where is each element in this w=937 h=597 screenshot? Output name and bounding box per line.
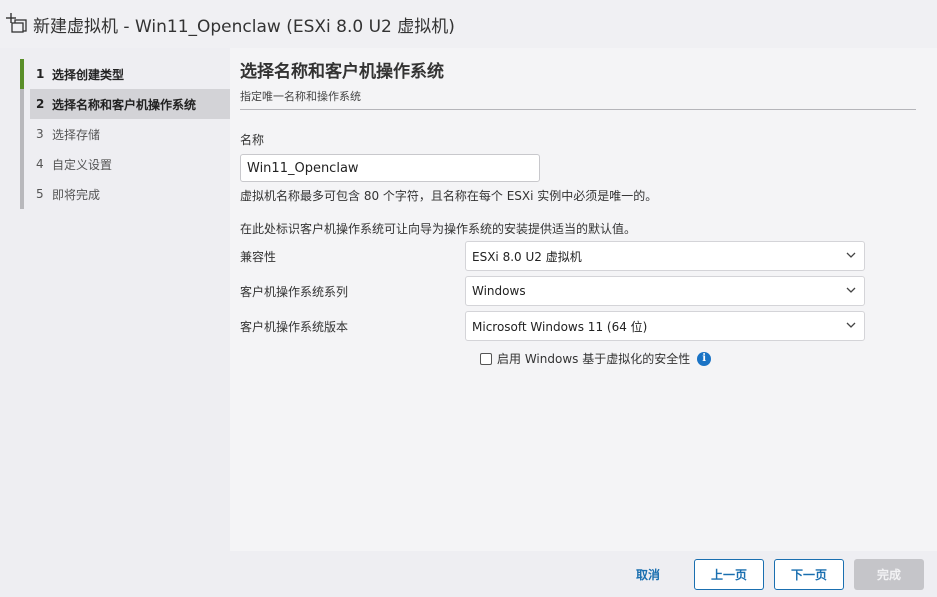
step-track-progress: [20, 59, 24, 89]
chevron-down-icon: [846, 252, 856, 258]
step-number: 3: [36, 127, 44, 141]
step-number: 2: [36, 97, 45, 111]
vm-name-input[interactable]: [240, 154, 540, 182]
step-label: 选择创建类型: [52, 67, 125, 82]
header-divider: [240, 109, 916, 110]
os-version-label: 客户机操作系统版本: [240, 320, 349, 334]
select-value: Windows: [472, 284, 526, 298]
step-label: 自定义设置: [52, 157, 113, 172]
step-select-storage: 3 选择存储: [30, 119, 230, 149]
wizard-steps: 1 选择创建类型 2 选择名称和客户机操作系统 3 选择存储 4 自定义设置 5…: [0, 48, 230, 551]
os-hint: 在此处标识客户机操作系统可让向导为操作系统的安装提供适当的默认值。: [240, 222, 637, 236]
finish-button: 完成: [854, 559, 924, 590]
compatibility-select[interactable]: ESXi 8.0 U2 虚拟机: [465, 241, 865, 271]
name-hint: 虚拟机名称最多可包含 80 个字符，且名称在每个 ESXi 实例中必须是唯一的。: [240, 189, 658, 203]
step-label: 即将完成: [52, 187, 101, 202]
dialog-title: 新建虚拟机 - Win11_Openclaw (ESXi 8.0 U2 虚拟机): [33, 17, 455, 37]
step-select-name-os[interactable]: 2 选择名称和客户机操作系统: [30, 89, 230, 119]
os-family-select[interactable]: Windows: [465, 276, 865, 306]
dialog-titlebar: 新建虚拟机 - Win11_Openclaw (ESXi 8.0 U2 虚拟机): [0, 0, 937, 48]
select-value: Microsoft Windows 11 (64 位): [472, 319, 648, 334]
step-number: 4: [36, 157, 44, 171]
step-label: 选择名称和客户机操作系统: [52, 97, 197, 112]
page-subtitle: 指定唯一名称和操作系统: [240, 90, 361, 103]
os-version-select[interactable]: Microsoft Windows 11 (64 位): [465, 311, 865, 341]
page-title: 选择名称和客户机操作系统: [240, 62, 444, 82]
step-number: 1: [36, 67, 45, 81]
vbs-checkbox-label[interactable]: 启用 Windows 基于虚拟化的安全性: [497, 350, 690, 367]
wizard-footer: 取消 上一页 下一页 完成: [0, 551, 937, 597]
select-value: ESXi 8.0 U2 虚拟机: [472, 249, 582, 264]
step-ready-to-complete: 5 即将完成: [30, 179, 230, 209]
new-vm-icon: [6, 13, 27, 33]
info-icon[interactable]: i: [697, 351, 712, 366]
os-family-label: 客户机操作系统系列: [240, 285, 349, 299]
chevron-down-icon: [846, 322, 856, 328]
name-label: 名称: [240, 133, 265, 147]
vbs-option: 启用 Windows 基于虚拟化的安全性 i: [480, 350, 712, 367]
next-button[interactable]: 下一页: [774, 559, 844, 590]
vbs-checkbox[interactable]: [480, 352, 492, 365]
step-customize-settings: 4 自定义设置: [30, 149, 230, 179]
compatibility-label: 兼容性: [240, 250, 277, 264]
step-number: 5: [36, 187, 44, 201]
chevron-down-icon: [846, 287, 856, 293]
cancel-button[interactable]: 取消: [620, 559, 676, 590]
back-button[interactable]: 上一页: [694, 559, 764, 590]
wizard-content: 选择名称和客户机操作系统 指定唯一名称和操作系统 名称 虚拟机名称最多可包含 8…: [230, 48, 937, 551]
step-label: 选择存储: [52, 127, 101, 142]
step-select-creation-type[interactable]: 1 选择创建类型: [30, 59, 230, 89]
